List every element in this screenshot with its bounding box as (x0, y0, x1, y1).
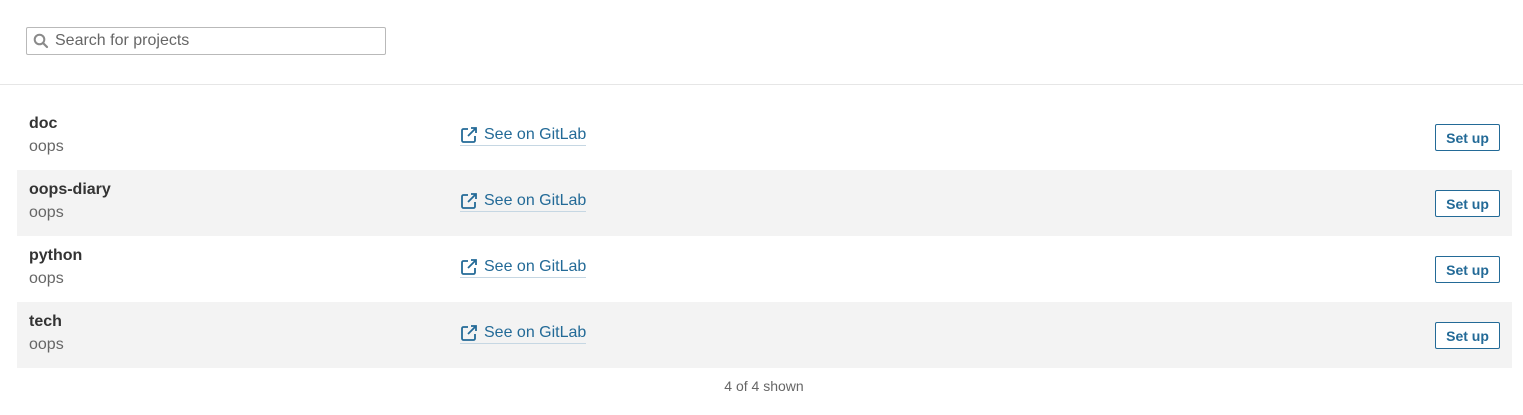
project-name: tech (29, 313, 62, 330)
see-on-gitlab-label: See on GitLab (484, 324, 587, 341)
external-link-icon (460, 258, 478, 276)
shown-count: 4 of 4 shown (724, 378, 804, 394)
project-name: doc (29, 115, 58, 132)
see-on-gitlab-link[interactable]: See on GitLab (460, 126, 587, 146)
project-org: oops (29, 138, 64, 155)
set-up-button[interactable]: Set up (1435, 322, 1500, 349)
see-on-gitlab-link[interactable]: See on GitLab (460, 258, 587, 278)
project-name: python (29, 247, 83, 264)
search-bar-area (0, 0, 1523, 85)
project-row: tech oops See on GitLab Set up (17, 302, 1512, 368)
project-list: doc oops See on GitLab Set up oops-diary… (17, 104, 1512, 368)
see-on-gitlab-link[interactable]: See on GitLab (460, 192, 587, 212)
search-box[interactable] (26, 27, 386, 55)
external-link-icon (460, 126, 478, 144)
external-link-icon (460, 324, 478, 342)
see-on-gitlab-label: See on GitLab (484, 192, 587, 209)
external-link-icon (460, 192, 478, 210)
see-on-gitlab-label: See on GitLab (484, 126, 587, 143)
project-name: oops-diary (29, 181, 111, 198)
search-input[interactable] (55, 29, 375, 53)
set-up-button[interactable]: Set up (1435, 256, 1500, 283)
project-row: python oops See on GitLab Set up (17, 236, 1512, 302)
set-up-button[interactable]: Set up (1435, 190, 1500, 217)
see-on-gitlab-label: See on GitLab (484, 258, 587, 275)
project-org: oops (29, 270, 64, 287)
project-org: oops (29, 204, 64, 221)
search-icon (27, 28, 55, 54)
project-org: oops (29, 336, 64, 353)
see-on-gitlab-link[interactable]: See on GitLab (460, 324, 587, 344)
project-row: doc oops See on GitLab Set up (17, 104, 1512, 170)
set-up-button[interactable]: Set up (1435, 124, 1500, 151)
project-row: oops-diary oops See on GitLab Set up (17, 170, 1512, 236)
